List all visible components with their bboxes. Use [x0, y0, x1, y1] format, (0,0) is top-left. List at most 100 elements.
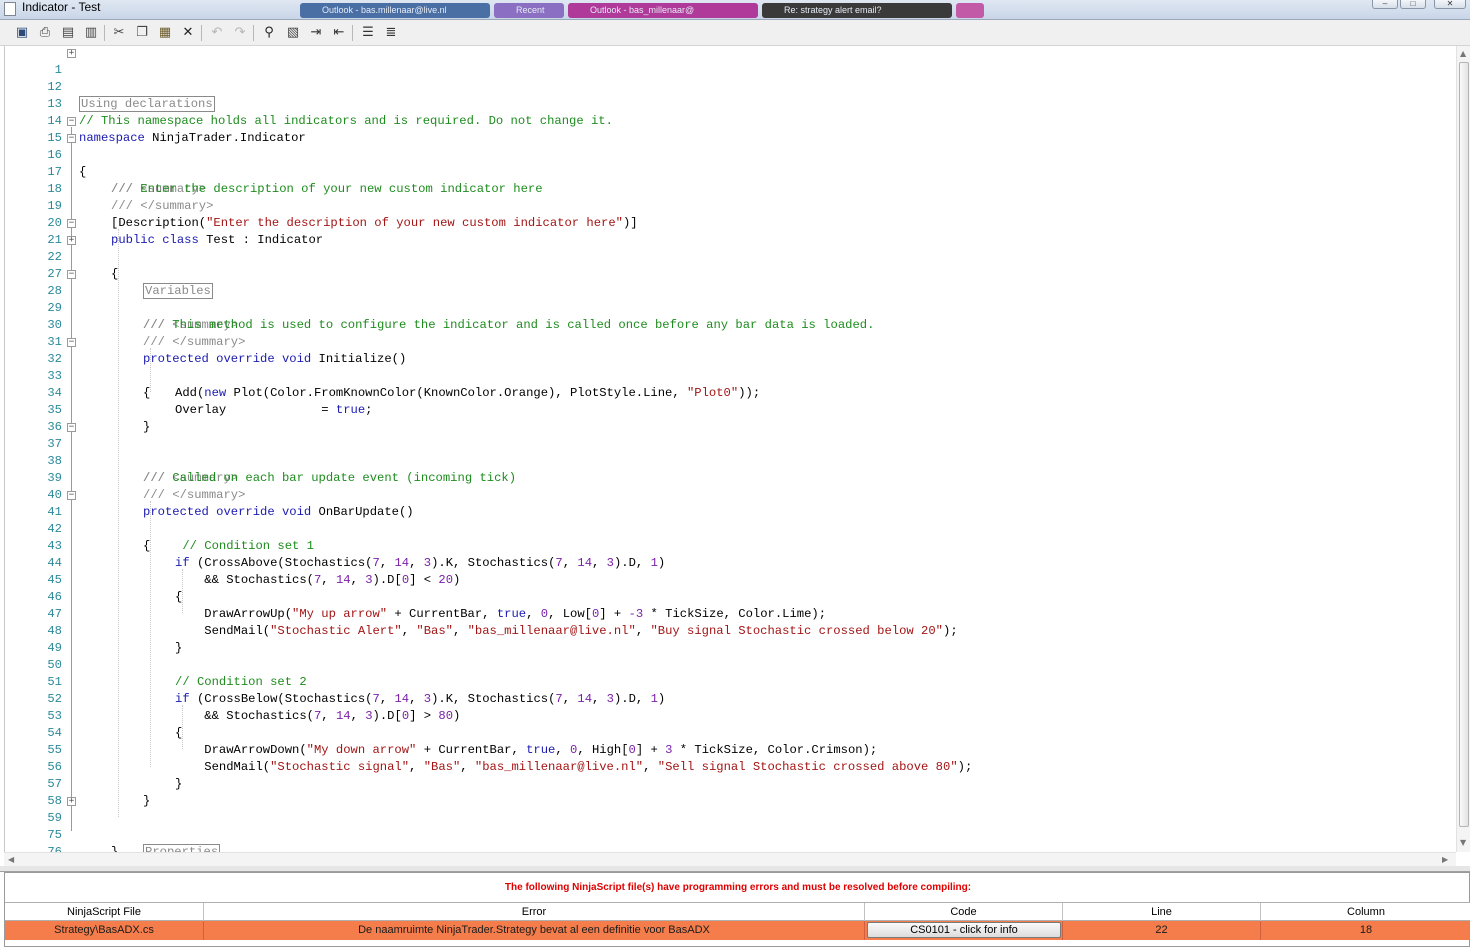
collapse-icon[interactable]: − [67, 219, 76, 228]
expand-icon[interactable]: + [67, 236, 76, 245]
code-line[interactable]: 28 − /// <summary> [5, 266, 1445, 333]
column-header-line[interactable]: Line [1063, 903, 1261, 921]
indent-icon[interactable]: ⇥ [307, 24, 325, 42]
cut-icon[interactable]: ✂ [110, 24, 128, 42]
collapse-icon[interactable]: − [67, 491, 76, 500]
minimize-button[interactable]: – [1372, 0, 1398, 9]
code-line[interactable]: 40 protected override void OnBarUpdate() [5, 470, 1445, 519]
code-line[interactable]: 1 + Using declarations [5, 46, 1445, 112]
collapse-icon[interactable]: − [67, 338, 76, 347]
code-line[interactable]: 19 [Description("Enter the description o… [5, 181, 1445, 230]
code-editor[interactable]: 1 + Using declarations 12 13 // This nam… [4, 46, 1470, 852]
scroll-right-icon[interactable]: ▶ [1442, 855, 1448, 864]
horizontal-scrollbar[interactable]: ◀ ▶ [4, 852, 1456, 866]
vertical-scrollbar[interactable]: ▲ ▼ [1456, 46, 1470, 852]
code-line[interactable]: 18 /// </summary> [5, 164, 1445, 213]
code-line[interactable]: 17 /// Enter the description of your new… [5, 147, 1445, 196]
code-line[interactable]: 35 } [5, 385, 1445, 434]
column-header-code[interactable]: Code [865, 903, 1063, 921]
code-line[interactable]: 30 /// </summary> [5, 300, 1445, 349]
code-line[interactable]: 21 − { [5, 215, 1445, 282]
code-line[interactable]: 36 [5, 402, 1445, 434]
undo-icon[interactable]: ↶ [208, 24, 226, 42]
code-line[interactable]: 48 } [5, 606, 1445, 655]
collapse-icon[interactable]: − [67, 134, 76, 143]
collapse-icon[interactable]: − [67, 423, 76, 432]
code-line[interactable]: 58 [5, 776, 1445, 808]
error-code-button[interactable]: CS0101 - click for info [867, 922, 1061, 938]
code-line[interactable]: 59 + Properties [5, 793, 1445, 852]
code-line[interactable]: 14 namespace NinjaTrader.Indicator [5, 96, 1445, 145]
save-icon[interactable]: ▣ [13, 24, 31, 42]
collapse-icon[interactable]: − [67, 270, 76, 279]
code-line[interactable]: 13 // This namespace holds all indicator… [5, 79, 1445, 128]
taskbar-thumb-4[interactable]: Re: strategy alert email? [762, 3, 952, 18]
code-line[interactable]: 50 // Condition set 2 [5, 640, 1445, 689]
code-line[interactable]: 52 && Stochastics(7, 14, 3).D[0] > 80) [5, 674, 1445, 723]
code-line[interactable]: 15 − { [5, 113, 1445, 180]
code-line[interactable]: 32 − { [5, 334, 1445, 401]
column-header-file[interactable]: NinjaScript File [5, 903, 204, 921]
uncomment-icon[interactable]: ≣ [382, 24, 400, 42]
code-line[interactable]: 55 SendMail("Stochastic signal", "Bas", … [5, 725, 1445, 774]
column-header-column[interactable]: Column [1261, 903, 1470, 921]
code-line[interactable]: 43 if (CrossAbove(Stochastics(7, 14, 3).… [5, 521, 1445, 570]
scroll-thumb[interactable] [1459, 62, 1469, 827]
error-line[interactable]: 22 [1063, 921, 1261, 940]
collapse-icon[interactable]: − [67, 117, 76, 126]
code-line[interactable]: 29 /// This method is used to configure … [5, 283, 1445, 332]
print-icon[interactable]: ⎙ [36, 24, 54, 42]
code-line[interactable]: 45 { [5, 555, 1445, 604]
code-line[interactable]: 56 } [5, 742, 1445, 791]
delete-icon[interactable]: ✕ [179, 24, 197, 42]
code-line[interactable]: 53 { [5, 691, 1445, 740]
code-line[interactable]: 51 if (CrossBelow(Stochastics(7, 14, 3).… [5, 657, 1445, 706]
code-line[interactable]: 76 } [5, 827, 1445, 852]
error-file[interactable]: Strategy\BasADX.cs [5, 921, 204, 940]
code-line[interactable]: 27 [5, 249, 1445, 281]
code-line[interactable]: 16 − /// <summary> [5, 130, 1445, 197]
code-line[interactable]: 20 public class Test : Indicator [5, 198, 1445, 247]
taskbar-thumb-2[interactable]: Recent [494, 3, 564, 18]
print-preview-icon[interactable]: ▤ [59, 24, 77, 42]
code-line[interactable]: 44 && Stochastics(7, 14, 3).D[0] < 20) [5, 538, 1445, 587]
expand-icon[interactable]: + [67, 49, 76, 58]
code-line[interactable]: 47 SendMail("Stochastic Alert", "Bas", "… [5, 589, 1445, 638]
error-column[interactable]: 18 [1261, 921, 1470, 940]
code-line[interactable]: 38 /// Called on each bar update event (… [5, 436, 1445, 485]
code-line[interactable]: 54 DrawArrowDown("My down arrow" + Curre… [5, 708, 1445, 757]
taskbar-thumb-5[interactable] [956, 3, 984, 18]
code-line[interactable]: 49 [5, 623, 1445, 655]
close-button[interactable]: ✕ [1434, 0, 1466, 9]
code-line[interactable]: 34 Overlay = true; [5, 368, 1445, 417]
code-line[interactable]: 46 DrawArrowUp("My up arrow" + CurrentBa… [5, 572, 1445, 621]
code-line[interactable]: 77 [5, 844, 1445, 852]
code-line[interactable]: 75 } [5, 810, 1445, 852]
copy-icon[interactable]: ❐ [133, 24, 151, 42]
paste-icon[interactable]: ▦ [156, 24, 174, 42]
code-line[interactable]: 37 − /// <summary> [5, 419, 1445, 486]
code-line[interactable]: 42 // Condition set 1 [5, 504, 1445, 553]
find-replace-icon[interactable]: ▧ [284, 24, 302, 42]
code-line[interactable]: 39 /// </summary> [5, 453, 1445, 502]
error-description[interactable]: De naamruimte NinjaTrader.Strategy bevat… [204, 921, 865, 940]
outdent-icon[interactable]: ⇤ [330, 24, 348, 42]
find-icon[interactable]: ⚲ [260, 24, 278, 42]
code-line[interactable]: 33 Add(new Plot(Color.FromKnownColor(Kno… [5, 351, 1445, 400]
code-line[interactable]: 41 − { [5, 487, 1445, 554]
maximize-button[interactable]: □ [1400, 0, 1426, 9]
code-line[interactable]: 12 [5, 62, 1445, 94]
redo-icon[interactable]: ↷ [231, 24, 249, 42]
scroll-left-icon[interactable]: ◀ [8, 855, 14, 864]
taskbar-thumb-1[interactable]: Outlook - bas.millenaar@live.nl [300, 3, 490, 18]
page-setup-icon[interactable]: ▥ [82, 24, 100, 42]
error-row[interactable]: Strategy\BasADX.cs De naamruimte NinjaTr… [5, 921, 1470, 940]
scroll-down-icon[interactable]: ▼ [1460, 838, 1466, 847]
code-line[interactable]: 31 protected override void Initialize() [5, 317, 1445, 366]
expand-icon[interactable]: + [67, 797, 76, 806]
column-header-error[interactable]: Error [204, 903, 865, 921]
comment-icon[interactable]: ☰ [359, 24, 377, 42]
taskbar-thumb-3[interactable]: Outlook - bas_millenaar@ [568, 3, 758, 18]
scroll-up-icon[interactable]: ▲ [1460, 49, 1466, 58]
code-line[interactable]: 57 } [5, 759, 1445, 808]
